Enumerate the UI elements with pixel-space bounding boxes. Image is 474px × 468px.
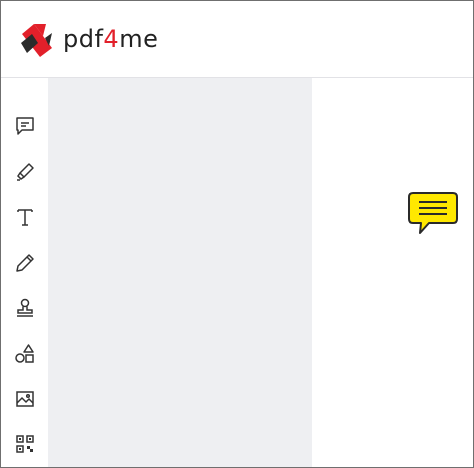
- draw-tool-button[interactable]: [11, 249, 39, 277]
- text-tool-button[interactable]: [11, 203, 39, 231]
- pencil-icon: [16, 254, 34, 272]
- image-icon: [16, 391, 34, 407]
- thumbnail-panel[interactable]: [48, 78, 312, 467]
- logo-text: pdf4me: [63, 25, 159, 53]
- image-tool-button[interactable]: [11, 385, 39, 413]
- shapes-icon: [15, 344, 34, 363]
- text-icon: [17, 209, 33, 226]
- stamp-icon: [17, 298, 33, 317]
- pdf4me-logo-icon: [21, 24, 52, 57]
- app-header: pdf4me: [1, 1, 473, 78]
- app-window: pdf4me: [0, 0, 474, 468]
- qr-code-icon: [16, 435, 34, 453]
- note-annotation-icon[interactable]: [407, 191, 459, 239]
- highlighter-icon: [17, 163, 34, 181]
- highlight-tool-button[interactable]: [11, 158, 39, 186]
- logo[interactable]: pdf4me: [19, 19, 158, 59]
- qr-code-tool-button[interactable]: [11, 430, 39, 458]
- comment-icon: [16, 117, 34, 135]
- document-page[interactable]: [312, 78, 473, 467]
- comment-tool-button[interactable]: [11, 112, 39, 140]
- stamp-tool-button[interactable]: [11, 294, 39, 322]
- annotation-toolbar: [1, 78, 48, 467]
- shapes-tool-button[interactable]: [11, 340, 39, 368]
